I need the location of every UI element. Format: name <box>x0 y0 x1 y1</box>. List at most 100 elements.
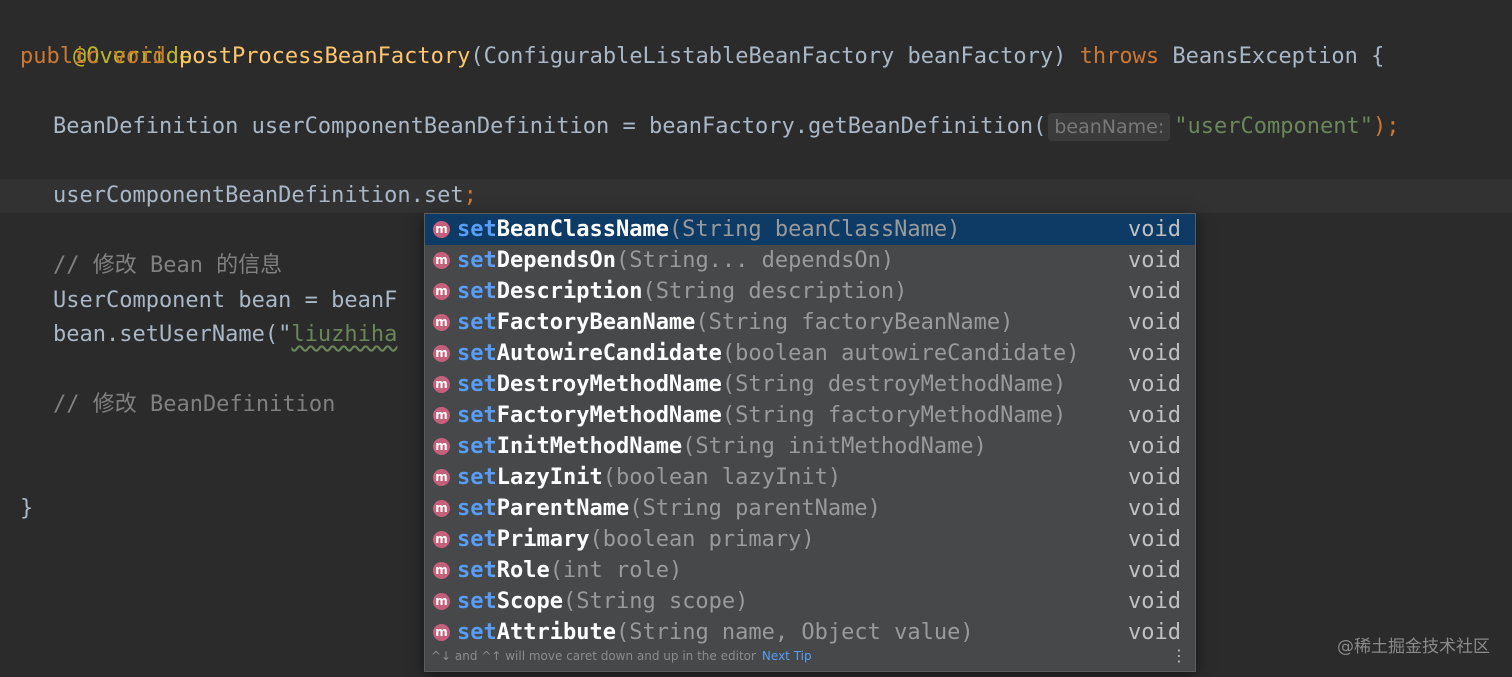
completion-signature: setBeanClassName(String beanClassName) <box>457 214 960 245</box>
match-prefix: set <box>457 341 497 366</box>
return-type: void <box>1128 620 1181 645</box>
completion-item[interactable]: m setAutowireCandidate(boolean autowireCa… <box>425 338 1195 369</box>
completion-signature: setAutowireCandidate(boolean autowireCan… <box>457 338 1080 369</box>
method-name-rest: Role <box>496 558 550 583</box>
return-type: void <box>1128 403 1181 428</box>
return-type: void <box>1128 310 1181 335</box>
match-prefix: set <box>457 434 497 459</box>
keyword-throws: throws <box>1079 44 1160 69</box>
return-type: void <box>1128 527 1181 552</box>
method-icon: m <box>433 438 450 455</box>
method-params: (boolean primary) <box>589 527 815 552</box>
completion-signature: setDescription(String description) <box>457 276 907 307</box>
completion-item[interactable]: m setAttribute(String name, Object value)… <box>425 617 1195 648</box>
method-params: (String scope) <box>562 589 749 614</box>
completion-signature: setParentName(String parentName) <box>457 493 881 524</box>
return-type: void <box>1128 589 1181 614</box>
completion-item[interactable]: m setDestroyMethodName(String destroyMeth… <box>425 369 1195 400</box>
match-prefix: set <box>457 527 497 552</box>
completion-item[interactable]: m setInitMethodName(String initMethodName… <box>425 431 1195 462</box>
method-params: (String parentName) <box>629 496 881 521</box>
method-icon: m <box>433 624 450 641</box>
parameter-hint: beanName: <box>1048 113 1171 141</box>
match-prefix: set <box>457 248 497 273</box>
string-literal: "userComponent" <box>1174 114 1373 139</box>
completion-item[interactable]: m setFactoryMethodName(String factoryMeth… <box>425 400 1195 431</box>
return-type: void <box>1128 217 1181 242</box>
method-name-rest: BeanClassName <box>496 217 669 242</box>
completion-signature: setScope(String scope) <box>457 586 748 617</box>
method-icon: m <box>433 252 450 269</box>
match-prefix: set <box>457 279 497 304</box>
method-icon: m <box>433 283 450 300</box>
string-literal: liuzhiha <box>291 322 398 347</box>
method-icon: m <box>433 221 450 238</box>
match-prefix: set <box>457 372 497 397</box>
return-type: void <box>1128 341 1181 366</box>
code-text: bean.setUserName(" <box>0 322 292 347</box>
method-params: (String destroyMethodName) <box>721 372 1067 397</box>
completion-signature: setDependsOn(String... dependsOn) <box>457 245 894 276</box>
return-type: void <box>1128 465 1181 490</box>
return-type: void <box>1128 434 1181 459</box>
completion-item[interactable]: m setDescription(String description) void <box>425 276 1195 307</box>
return-type: void <box>1128 248 1181 273</box>
method-params: (boolean autowireCandidate) <box>721 341 1080 366</box>
match-prefix: set <box>457 620 497 645</box>
method-name-rest: ParentName <box>496 496 630 521</box>
method-name-rest: Primary <box>496 527 590 552</box>
completion-signature: setFactoryBeanName(String factoryBeanNam… <box>457 307 1013 338</box>
method-params: (ConfigurableListableBeanFactory beanFac… <box>470 44 1067 69</box>
method-icon: m <box>433 500 450 517</box>
method-icon: m <box>433 407 450 424</box>
completion-item[interactable]: m setParentName(String parentName) void <box>425 493 1195 524</box>
completion-signature: setRole(int role) <box>457 555 682 586</box>
completion-signature: setLazyInit(boolean lazyInit) <box>457 462 841 493</box>
match-prefix: set <box>457 558 497 583</box>
method-icon: m <box>433 314 450 331</box>
method-params: (boolean lazyInit) <box>602 465 842 490</box>
more-options-icon[interactable]: ⋮ <box>1171 645 1187 667</box>
code-line-current: userComponentBeanDefinition.set; <box>0 179 1512 213</box>
method-name-rest: LazyInit <box>496 465 603 490</box>
watermark: @稀土掘金技术社区 <box>1337 637 1490 657</box>
code-text-end: ); <box>1372 114 1400 139</box>
semicolon: ; <box>463 183 477 208</box>
completion-item[interactable]: m setLazyInit(boolean lazyInit) void <box>425 462 1195 493</box>
method-params: (String description) <box>642 279 908 304</box>
method-params: (String factoryBeanName) <box>695 310 1014 335</box>
completion-item[interactable]: m setDependsOn(String... dependsOn) void <box>425 245 1195 276</box>
method-params: (String... dependsOn) <box>615 248 895 273</box>
method-params: (String name, Object value) <box>615 620 974 645</box>
brace-text: } <box>20 496 34 521</box>
completion-item[interactable]: m setFactoryBeanName(String factoryBeanNa… <box>425 307 1195 338</box>
method-name: postProcessBeanFactory <box>178 44 471 69</box>
completion-signature: setPrimary(boolean primary) <box>457 524 815 555</box>
return-type: void <box>1128 372 1181 397</box>
code-text: BeanDefinition userComponentBeanDefiniti… <box>0 114 1047 139</box>
match-prefix: set <box>457 465 497 490</box>
completion-signature: setInitMethodName(String initMethodName) <box>457 431 987 462</box>
match-prefix: set <box>457 310 497 335</box>
method-icon: m <box>433 469 450 486</box>
method-name-rest: DependsOn <box>496 248 616 273</box>
code-text: userComponentBeanDefinition.set <box>0 183 464 208</box>
method-icon: m <box>433 593 450 610</box>
completion-popup[interactable]: m setBeanClassName(String beanClassName) v… <box>424 213 1196 672</box>
return-type: void <box>1128 496 1181 521</box>
completion-item[interactable]: m setPrimary(boolean primary) void <box>425 524 1195 555</box>
completion-item[interactable]: m setBeanClassName(String beanClassName) v… <box>425 214 1195 245</box>
method-name-rest: Description <box>496 279 643 304</box>
method-name-rest: AutowireCandidate <box>496 341 722 366</box>
code-line-1: @Override <box>0 6 1512 69</box>
footer-hint: ^↓ and ^↑ will move caret down and up in… <box>431 649 756 663</box>
completion-item[interactable]: m setRole(int role) void <box>425 555 1195 586</box>
code-line-2: public void postProcessBeanFactory(Confi… <box>0 40 1512 74</box>
method-name-rest: Attribute <box>496 620 616 645</box>
completion-item[interactable]: m setScope(String scope) void <box>425 586 1195 617</box>
method-name-rest: FactoryBeanName <box>496 310 696 335</box>
next-tip-link[interactable]: Next Tip <box>762 649 812 663</box>
match-prefix: set <box>457 496 497 521</box>
method-params: (int role) <box>549 558 683 583</box>
method-name-rest: FactoryMethodName <box>496 403 722 428</box>
